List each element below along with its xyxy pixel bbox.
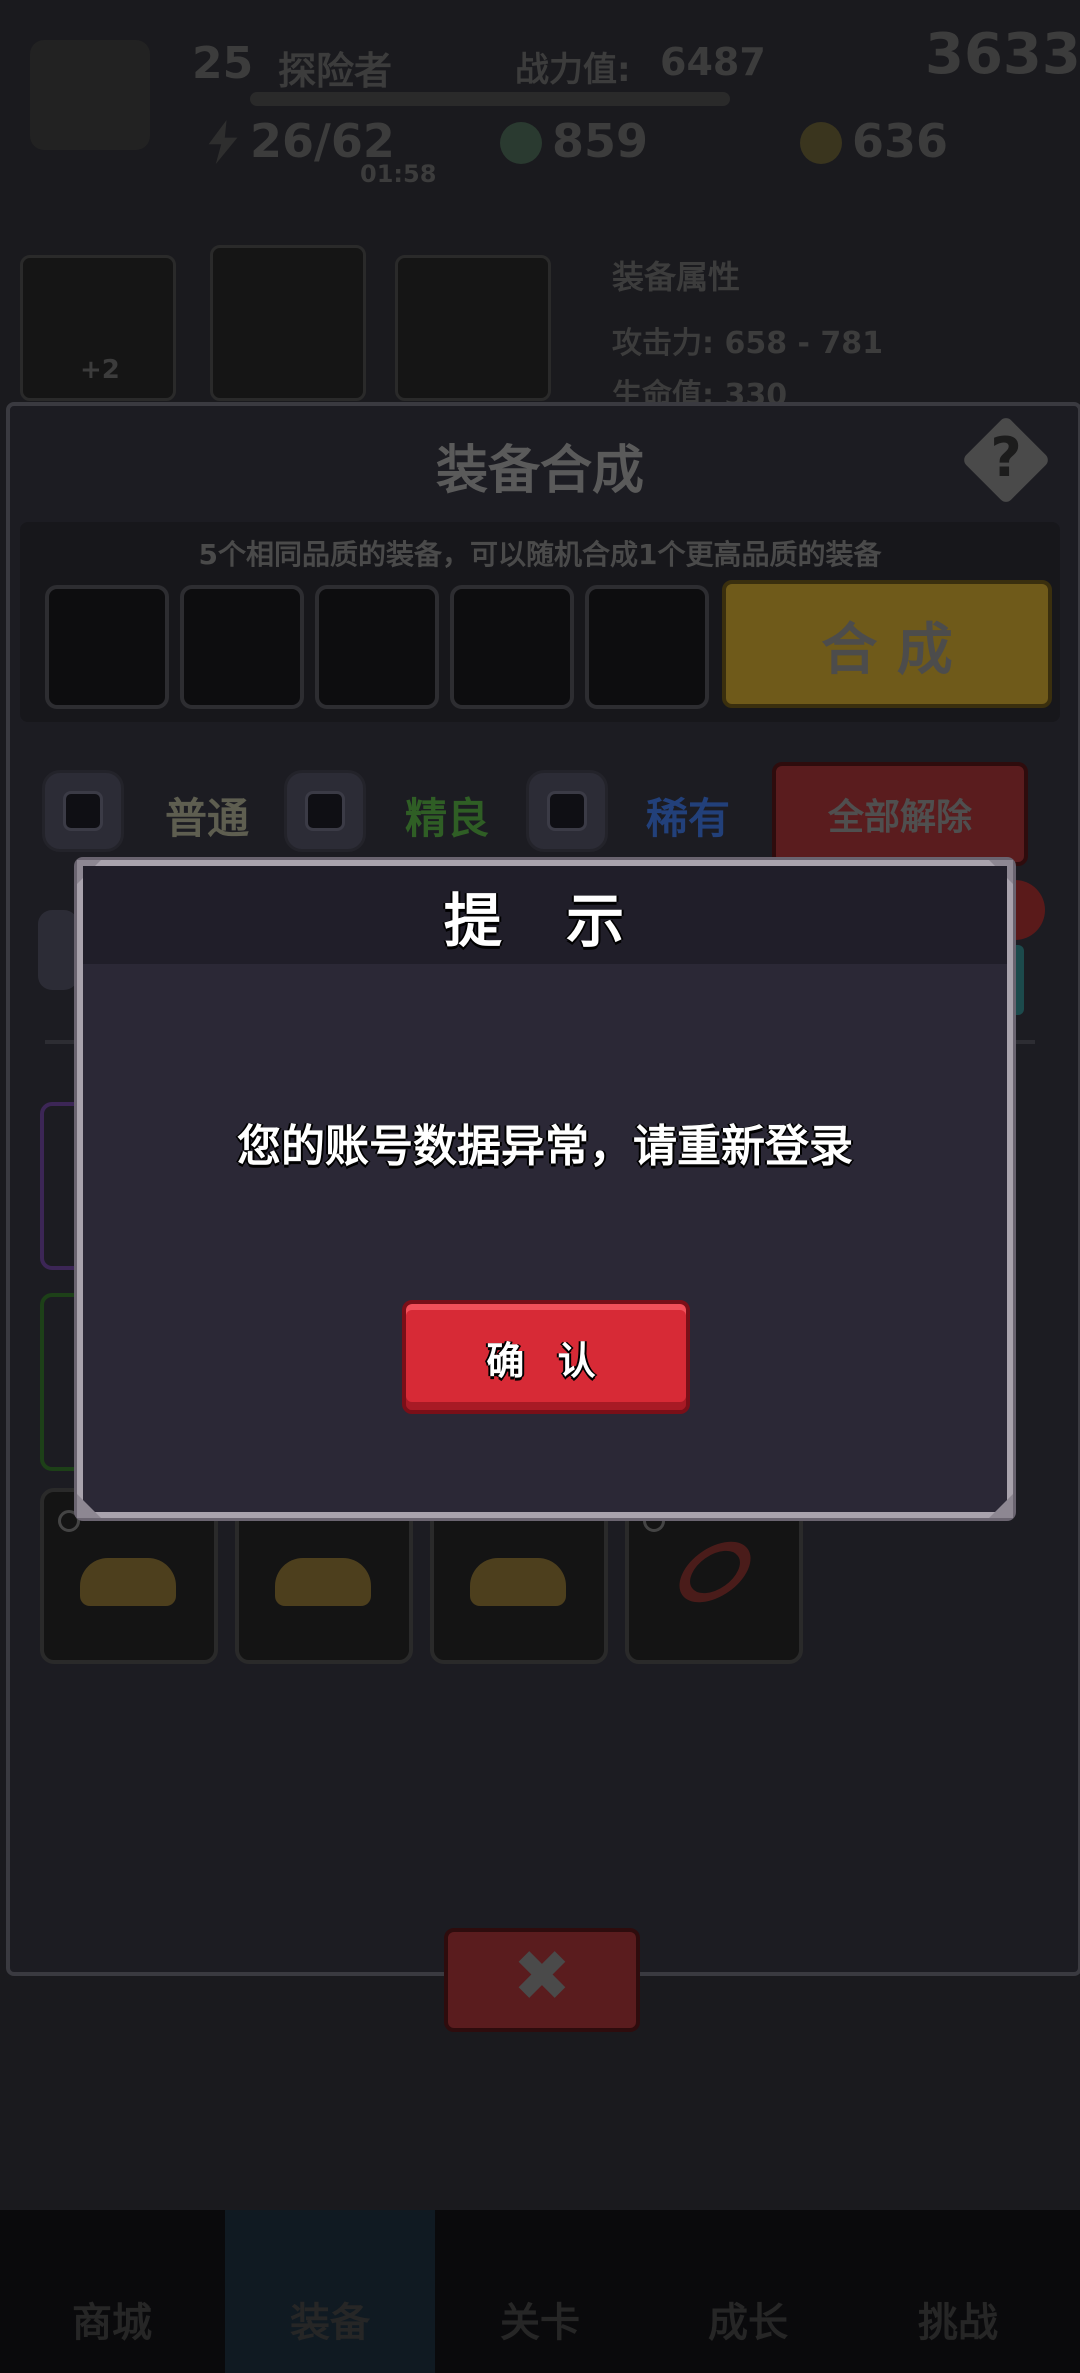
boots-icon [275,1558,371,1606]
gold-total: 3633 [925,22,1080,87]
close-icon: ✖ [512,1935,572,2017]
hero-badge: +2 [80,355,120,385]
hero-attack: 攻击力: 658 - 781 [612,326,884,361]
stamina-icon [208,120,238,164]
question-icon: ? [990,426,1022,489]
power-value: 6487 [660,40,766,84]
confirm-button[interactable]: 确 认 [402,1300,690,1414]
notice-dialog: 提 示 您的账号数据异常，请重新登录 确 认 [77,860,1013,1518]
dialog-corner [989,1494,1013,1518]
filter-label-rare: 稀有 [646,794,731,843]
filter-label-common: 普通 [165,794,250,843]
player-rank: 探险者 [278,49,393,93]
hero-slot-3[interactable] [395,255,551,401]
hero-card-name: 装备属性 [612,258,741,296]
clear-all-label: 全部解除 [827,797,972,838]
synthesis-slot-4[interactable] [450,585,574,709]
panel-title: 装备合成 [435,441,644,501]
synthesis-slot-2[interactable] [180,585,304,709]
synthesis-hint: 5个相同品质的装备，可以随机合成1个更高品质的装备 [198,538,882,571]
ring-icon [668,1529,762,1615]
confirm-button-label: 确 认 [486,1339,606,1383]
nav-growth[interactable]: 成长 [708,2290,788,2348]
dialog-message: 您的账号数据异常，请重新登录 [237,1121,853,1172]
dialog-title: 提 示 [443,887,647,955]
nav-equipment[interactable]: 装备 [290,2290,370,2348]
filter-checkbox-common[interactable] [42,770,124,852]
synthesis-slot-5[interactable] [585,585,709,709]
hero-slot-2[interactable] [210,245,366,401]
nav-shop[interactable]: 商城 [72,2290,152,2348]
dialog-header: 提 示 [83,866,1007,964]
player-level: 25 [192,38,254,89]
gem-icon [500,122,542,164]
synthesis-button-label: 合 成 [821,618,953,683]
exp-bar [250,92,730,106]
power-label: 战力值: [515,50,631,90]
dialog-corner [77,1494,101,1518]
player-avatar[interactable] [30,40,150,150]
boots-icon [80,1558,176,1606]
synthesis-slot-3[interactable] [315,585,439,709]
filter-checkbox-fine[interactable] [284,770,366,852]
filter-label-fine: 精良 [405,794,490,843]
nav-challenge[interactable]: 挑战 [918,2290,998,2348]
nav-stages[interactable]: 关卡 [500,2290,580,2348]
synthesis-slot-1[interactable] [45,585,169,709]
filter-checkbox-epic[interactable] [38,910,78,990]
boots-icon [470,1558,566,1606]
gem-value: 859 [552,114,649,168]
coin-icon [800,122,842,164]
stamina-timer: 01:58 [360,160,437,188]
coin-value: 636 [852,114,949,168]
filter-checkbox-rare[interactable] [526,770,608,852]
